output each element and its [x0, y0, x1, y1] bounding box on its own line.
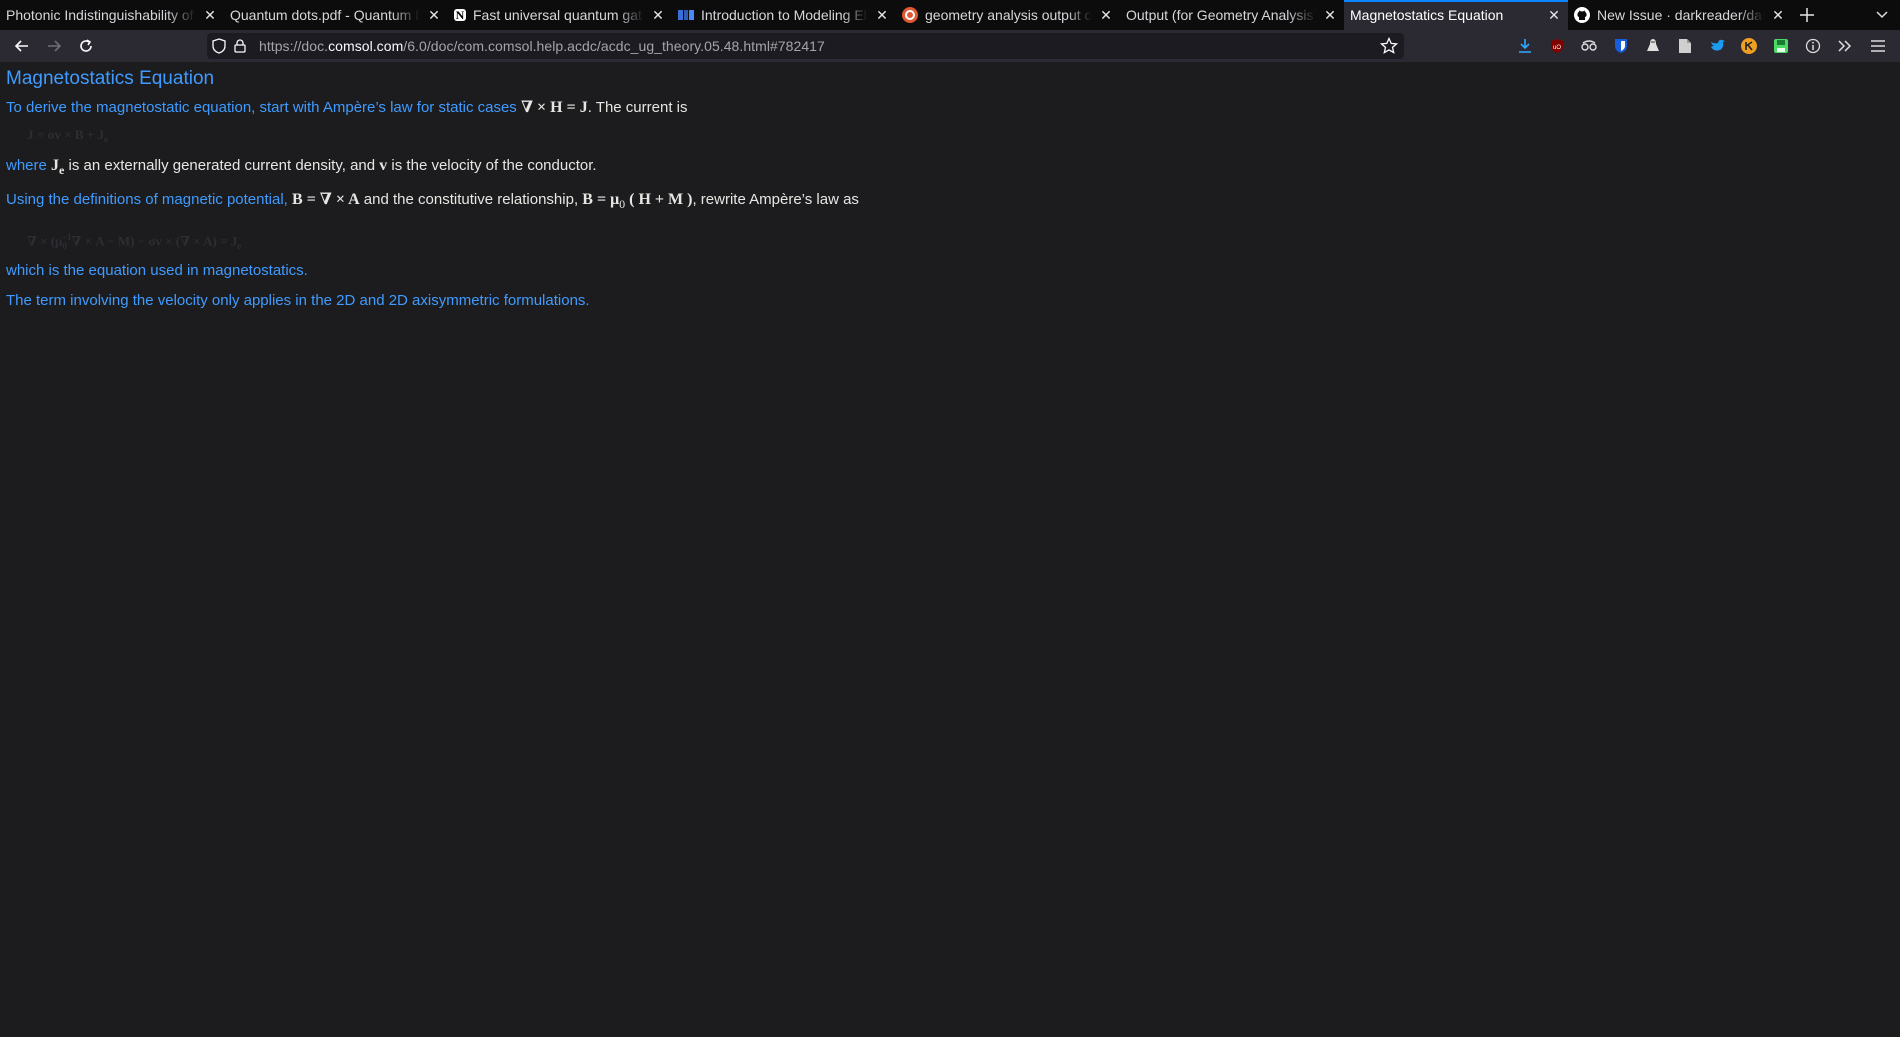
save-disk-icon[interactable] [1772, 37, 1790, 55]
where-mid: is an externally generated current densi… [64, 157, 380, 174]
definitions-tail: , rewrite Ampère’s law as [692, 191, 859, 208]
constitutive-math: B = μ [582, 191, 620, 208]
definitions-mid: and the constitutive relationship, [359, 191, 583, 208]
where-paragraph: where Je is an externally generated curr… [6, 157, 597, 179]
intro-paragraph: To derive the magnetostatic equation, st… [6, 99, 687, 117]
je-symbol: J [51, 157, 60, 174]
eq2-rest: ∇ × A − M) − σv × (∇ × A) = J [71, 233, 238, 249]
tab-list-button[interactable] [1872, 5, 1892, 25]
intro-tail: . The current is [587, 99, 688, 116]
tab-quantum-dots[interactable]: Quantum dots.pdf - Quantum Do ✕ [224, 0, 448, 30]
bookmark-star-icon[interactable] [1379, 36, 1399, 55]
document-icon[interactable] [1676, 37, 1694, 55]
page-title: Magnetostatics Equation [6, 68, 215, 89]
conclusion-paragraph: which is the equation used in magnetosta… [6, 262, 308, 279]
dark-reader-icon[interactable] [1740, 37, 1758, 55]
tab-output-geometry[interactable]: Output (for Geometry Analysis) ✕ [1120, 0, 1344, 30]
info-circle-icon[interactable] [1804, 37, 1822, 55]
where-lead: where [6, 157, 52, 174]
tab-geometry-analysis[interactable]: geometry analysis output co ✕ [896, 0, 1120, 30]
tab-magnetostatics[interactable]: Magnetostatics Equation ✕ [1344, 0, 1568, 30]
tab-title: Output (for Geometry Analysis) [1126, 7, 1316, 23]
current-equation: J = σv × B + Je [27, 126, 108, 149]
tracking-protection-icon[interactable] [210, 37, 228, 55]
comsol-icon [678, 7, 694, 23]
bird-icon[interactable] [1708, 37, 1726, 55]
close-icon[interactable]: ✕ [1770, 7, 1786, 23]
close-icon[interactable]: ✕ [426, 7, 442, 23]
close-icon[interactable]: ✕ [1098, 7, 1114, 23]
reload-button[interactable] [72, 32, 100, 60]
eq2-end-sub: e [237, 240, 242, 251]
tab-title: New Issue · darkreader/dark [1597, 7, 1764, 23]
hamburger-menu-icon[interactable] [1869, 37, 1887, 55]
where-tail: is the velocity of the conductor. [387, 157, 597, 174]
navigation-toolbar: https://doc.comsol.com/6.0/doc/com.comso… [0, 30, 1900, 62]
url-path: /6.0/doc/com.comsol.help.acdc/acdc_ug_th… [403, 38, 825, 54]
svg-text:uO: uO [1553, 45, 1561, 51]
close-icon[interactable]: ✕ [1322, 7, 1338, 23]
notion-icon: N [454, 7, 466, 22]
chevron-down-icon [1876, 11, 1888, 19]
overflow-chevrons-icon[interactable] [1836, 37, 1854, 55]
url-text: https://doc.comsol.com/6.0/doc/com.comso… [259, 38, 825, 54]
lock-icon[interactable] [231, 37, 249, 55]
tab-new-issue[interactable]: New Issue · darkreader/dark ✕ [1568, 0, 1792, 30]
tab-title: Photonic Indistinguishability of I [6, 7, 196, 23]
close-icon[interactable]: ✕ [202, 7, 218, 23]
tab-title: Quantum dots.pdf - Quantum Do [230, 7, 420, 23]
ublock-origin-icon[interactable]: uO [1548, 37, 1566, 55]
url-host: comsol.com [328, 38, 404, 54]
tab-title: Magnetostatics Equation [1350, 7, 1504, 23]
page-content: Magnetostatics Equation To derive the ma… [6, 62, 1886, 309]
definitions-lead: Using the definitions of magnetic potent… [6, 191, 293, 208]
disguise-glasses-icon[interactable] [1580, 37, 1598, 55]
github-icon [1574, 7, 1590, 23]
eq2-sup: −1 [61, 232, 72, 242]
ampere-law-math: ∇ × H = J [520, 99, 588, 116]
close-icon[interactable]: ✕ [874, 7, 890, 23]
bitwarden-icon[interactable] [1612, 37, 1630, 55]
eq2-sub: 0 [62, 240, 67, 251]
address-bar[interactable]: https://doc.comsol.com/6.0/doc/com.comso… [207, 33, 1404, 59]
reload-icon [80, 39, 92, 52]
plus-icon [1800, 8, 1814, 22]
url-prefix: https://doc. [259, 38, 329, 54]
current-equation-body: J = σv × B + J [27, 127, 104, 142]
intro-text: To derive the magnetostatic equation, st… [6, 99, 521, 116]
close-icon[interactable]: ✕ [650, 7, 666, 23]
back-arrow-icon [14, 40, 28, 52]
downloads-icon[interactable] [1516, 37, 1534, 55]
current-equation-subscript: e [103, 134, 108, 145]
new-tab-button[interactable] [1792, 0, 1822, 30]
tab-title: geometry analysis output co [925, 7, 1092, 23]
close-icon[interactable]: ✕ [1546, 7, 1562, 23]
forward-button[interactable] [40, 32, 68, 60]
potential-math: B = ∇ × A [292, 191, 360, 208]
magnetostatic-equation: ∇ × (μ0−1∇ × A − M) − σv × (∇ × A) = Je [27, 228, 241, 255]
definitions-paragraph: Using the definitions of magnetic potent… [6, 191, 859, 213]
forward-arrow-icon [48, 40, 62, 52]
duckduckgo-icon [902, 7, 918, 23]
tab-fast-universal[interactable]: N Fast universal quantum gate ✕ [448, 0, 672, 30]
tab-intro-modeling[interactable]: Introduction to Modeling Ele ✕ [672, 0, 896, 30]
tab-title: Fast universal quantum gate [473, 7, 644, 23]
velocity-note-paragraph: The term involving the velocity only app… [6, 292, 590, 309]
tab-strip: Photonic Indistinguishability of I ✕ Qua… [0, 0, 1900, 30]
eq2-pre: ∇ × (μ [27, 233, 63, 249]
back-button[interactable] [8, 32, 36, 60]
constitutive-math-rest: ( H + M ) [625, 191, 693, 208]
linux-penguin-icon[interactable] [1644, 37, 1662, 55]
tab-photonic[interactable]: Photonic Indistinguishability of I ✕ [0, 0, 224, 30]
tab-title: Introduction to Modeling Ele [701, 7, 868, 23]
